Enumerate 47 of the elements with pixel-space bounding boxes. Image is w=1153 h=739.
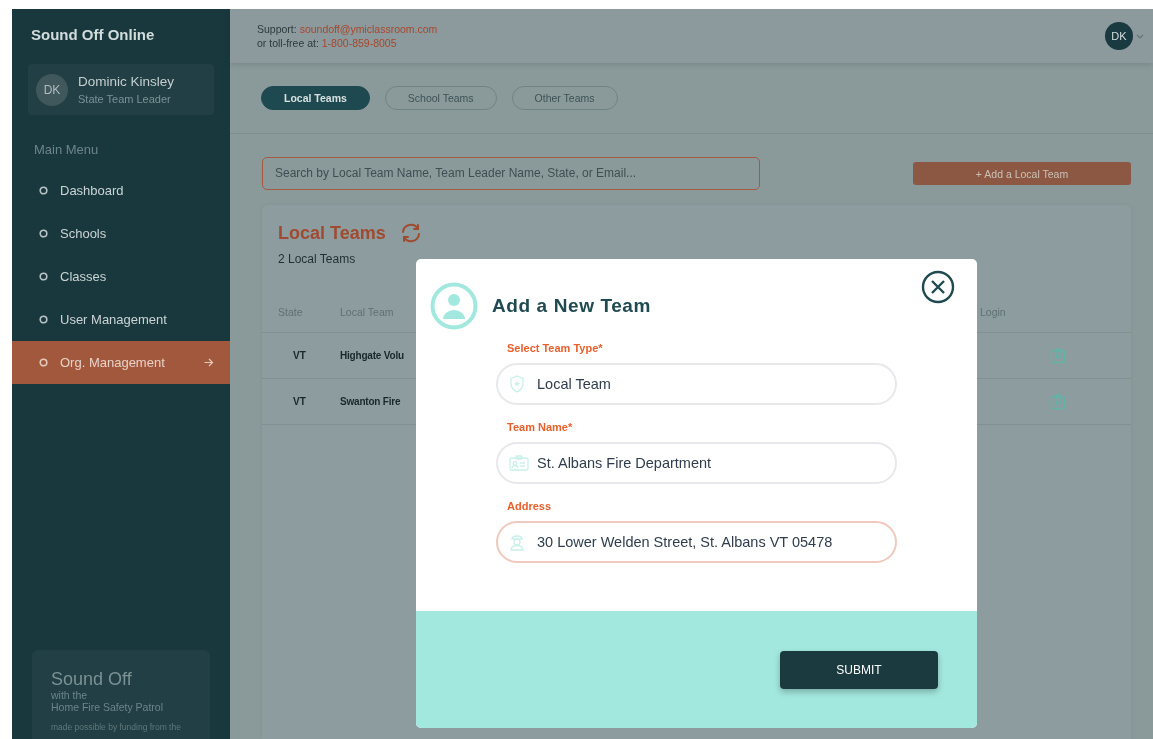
arrow-icon <box>204 358 214 367</box>
bullet-icon <box>39 315 48 324</box>
bullet-icon <box>39 229 48 238</box>
menu-item[interactable]: Classes <box>12 255 230 298</box>
input-field[interactable]: St. Albans Fire Department <box>496 442 897 484</box>
id-card-icon <box>509 455 529 471</box>
table-cell: Swanton Fire <box>340 396 401 407</box>
bullet-icon <box>39 186 48 195</box>
search-field[interactable]: Search by Local Team Name, Team Leader Name, State, or Email... <box>262 156 760 190</box>
table-cell-text: VT <box>292 350 306 361</box>
menu-item[interactable]: User Management <box>12 298 230 341</box>
bullet-icon <box>39 358 48 367</box>
promo-tagline: Home Fire Safety Patrol <box>51 701 165 713</box>
card-title: Local Teams <box>278 222 386 244</box>
menu-item[interactable]: Dashboard <box>12 169 230 212</box>
menu-heading: Main Menu <box>33 141 100 159</box>
close-icon[interactable] <box>921 270 955 304</box>
field-label: Team Name* <box>506 421 574 433</box>
phone-label: or toll-free at: <box>257 37 319 49</box>
user-role: State Team Leader <box>78 93 172 105</box>
login-icon[interactable] <box>1050 393 1066 410</box>
user-name: Dominic Kinsley <box>78 74 175 89</box>
shield-icon <box>509 375 525 393</box>
menu-item[interactable]: Schools <box>12 212 230 255</box>
app-title: Sound Off Online <box>30 25 156 43</box>
promo-subtitle: with the <box>51 689 89 701</box>
table-cell: Highgate Volu <box>340 350 404 361</box>
support-label: Support: <box>257 23 297 35</box>
person-icon <box>509 533 525 551</box>
submit-button[interactable]: SUBMIT <box>780 651 938 689</box>
account-avatar[interactable]: DK <box>1105 22 1133 50</box>
caret-icon[interactable] <box>1136 33 1144 39</box>
field-label: Address <box>506 500 553 512</box>
input-field[interactable]: 30 Lower Welden Street, St. Albans VT 05478 <box>496 521 897 563</box>
promo-title: Sound Off <box>51 669 133 689</box>
tab[interactable]: Local Teams <box>261 86 370 110</box>
bullet-icon <box>39 272 48 281</box>
table-cell-text: VT <box>292 396 306 407</box>
user-avatar: DK <box>36 73 68 106</box>
login-icon[interactable] <box>1050 347 1066 364</box>
refresh-icon[interactable] <box>399 223 422 243</box>
dialog-title: Add a New Team <box>492 295 652 317</box>
user-icon <box>430 282 478 330</box>
menu-item[interactable]: Org. Management <box>12 341 230 384</box>
team-count: 2 Local Teams <box>278 252 357 266</box>
field-label: Select Team Type* <box>506 342 604 354</box>
input-field[interactable]: Local Team <box>496 363 897 405</box>
